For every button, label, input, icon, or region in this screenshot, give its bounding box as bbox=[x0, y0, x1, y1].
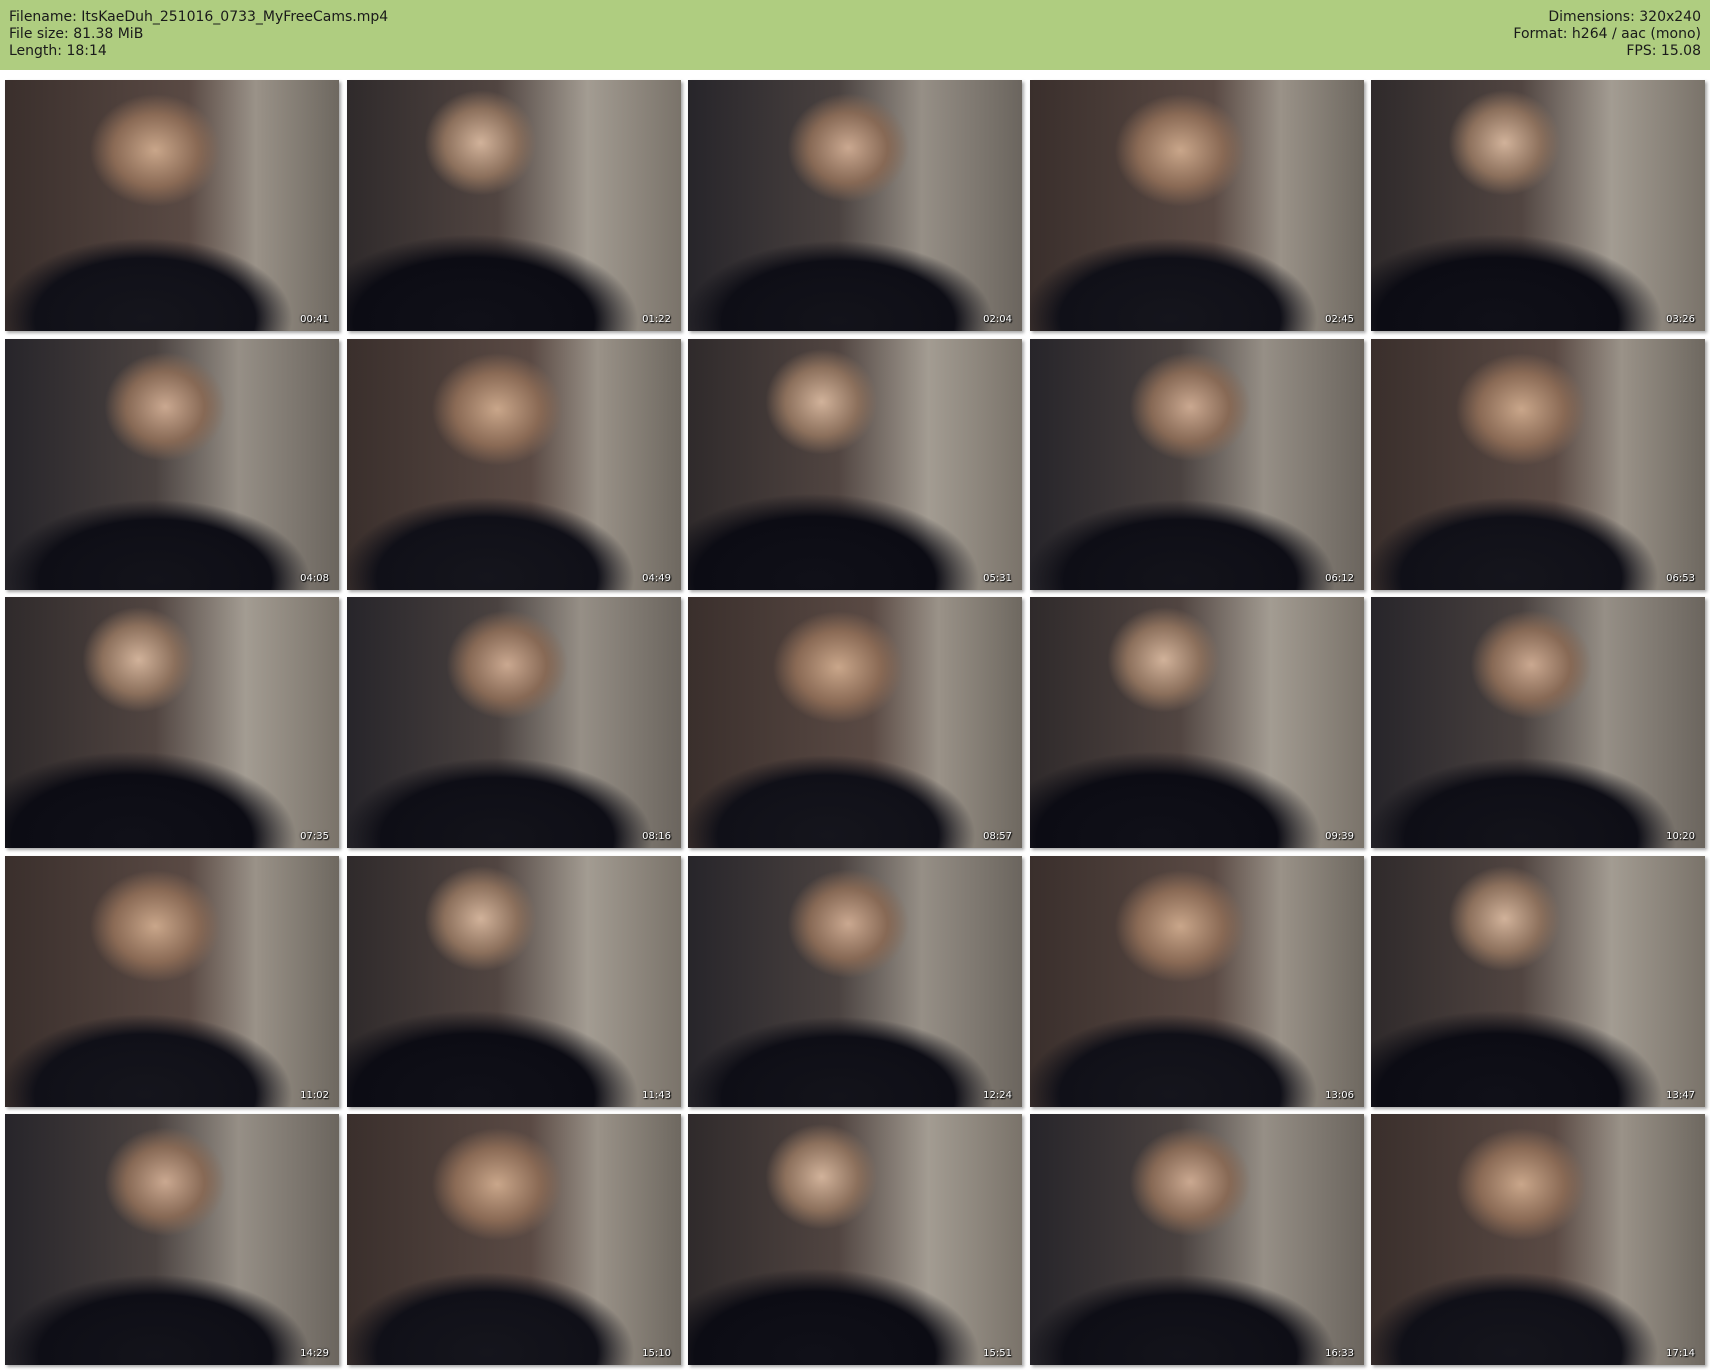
thumbnail-timestamp: 03:26 bbox=[1666, 314, 1695, 325]
video-thumbnail: 04:08 bbox=[5, 339, 339, 590]
thumbnail-timestamp: 15:10 bbox=[642, 1348, 671, 1359]
thumbnail-timestamp: 15:51 bbox=[983, 1348, 1012, 1359]
dimensions-text: Dimensions: 320x240 bbox=[1548, 9, 1701, 25]
thumbnail-image bbox=[688, 339, 1022, 590]
video-thumbnail: 03:26 bbox=[1371, 80, 1705, 331]
file-info: Filename: ItsKaeDuh_251016_0733_MyFreeCa… bbox=[9, 9, 388, 60]
thumbnail-image bbox=[347, 597, 681, 848]
video-thumbnail: 15:10 bbox=[347, 1114, 681, 1365]
thumbnail-image bbox=[1371, 80, 1705, 331]
thumbnail-timestamp: 13:47 bbox=[1666, 1090, 1695, 1101]
video-thumbnail: 08:57 bbox=[688, 597, 1022, 848]
thumbnail-timestamp: 09:39 bbox=[1325, 831, 1354, 842]
thumbnail-timestamp: 06:53 bbox=[1666, 573, 1695, 584]
thumbnail-timestamp: 14:29 bbox=[300, 1348, 329, 1359]
media-info: Dimensions: 320x240 Format: h264 / aac (… bbox=[1513, 9, 1701, 60]
video-thumbnail: 11:02 bbox=[5, 856, 339, 1107]
fps-text: FPS: 15.08 bbox=[1626, 43, 1701, 59]
thumbnail-image bbox=[688, 80, 1022, 331]
video-thumbnail: 13:47 bbox=[1371, 856, 1705, 1107]
video-thumbnail: 10:20 bbox=[1371, 597, 1705, 848]
thumbnail-timestamp: 11:43 bbox=[642, 1090, 671, 1101]
thumbnail-image bbox=[1030, 856, 1364, 1107]
thumbnail-image bbox=[1371, 1114, 1705, 1365]
thumbnail-timestamp: 17:14 bbox=[1666, 1348, 1695, 1359]
thumbnail-timestamp: 08:57 bbox=[983, 831, 1012, 842]
filename-text: Filename: ItsKaeDuh_251016_0733_MyFreeCa… bbox=[9, 9, 389, 25]
thumbnail-image bbox=[5, 856, 339, 1107]
thumbnail-timestamp: 13:06 bbox=[1325, 1090, 1354, 1101]
format-text: Format: h264 / aac (mono) bbox=[1513, 26, 1701, 42]
thumbnail-image bbox=[1030, 597, 1364, 848]
info-header: Filename: ItsKaeDuh_251016_0733_MyFreeCa… bbox=[0, 0, 1710, 70]
video-thumbnail: 06:12 bbox=[1030, 339, 1364, 590]
thumbnail-image bbox=[1030, 1114, 1364, 1365]
video-thumbnail: 02:45 bbox=[1030, 80, 1364, 331]
video-thumbnail: 09:39 bbox=[1030, 597, 1364, 848]
video-thumbnail: 06:53 bbox=[1371, 339, 1705, 590]
video-thumbnail: 16:33 bbox=[1030, 1114, 1364, 1365]
thumbnail-timestamp: 08:16 bbox=[642, 831, 671, 842]
thumbnail-timestamp: 12:24 bbox=[983, 1090, 1012, 1101]
length-text: Length: 18:14 bbox=[9, 43, 107, 59]
thumbnail-grid: 00:41 01:22 02:04 02:45 03:26 04:08 04:49 05:31… bbox=[5, 80, 1705, 1365]
thumbnail-image bbox=[1030, 80, 1364, 331]
thumbnail-timestamp: 05:31 bbox=[983, 573, 1012, 584]
thumbnail-image bbox=[347, 1114, 681, 1365]
thumbnail-image bbox=[347, 339, 681, 590]
video-thumbnail: 08:16 bbox=[347, 597, 681, 848]
video-thumbnail: 00:41 bbox=[5, 80, 339, 331]
thumbnail-image bbox=[688, 856, 1022, 1107]
thumbnail-image bbox=[688, 597, 1022, 848]
video-thumbnail: 11:43 bbox=[347, 856, 681, 1107]
thumbnail-timestamp: 06:12 bbox=[1325, 573, 1354, 584]
video-thumbnail: 13:06 bbox=[1030, 856, 1364, 1107]
thumbnail-image bbox=[5, 80, 339, 331]
thumbnail-image bbox=[1371, 339, 1705, 590]
video-thumbnail: 02:04 bbox=[688, 80, 1022, 331]
video-thumbnail: 07:35 bbox=[5, 597, 339, 848]
thumbnail-timestamp: 01:22 bbox=[642, 314, 671, 325]
video-thumbnail: 04:49 bbox=[347, 339, 681, 590]
thumbnail-image bbox=[347, 80, 681, 331]
thumbnail-image bbox=[5, 339, 339, 590]
thumbnail-timestamp: 02:45 bbox=[1325, 314, 1354, 325]
thumbnail-image bbox=[5, 597, 339, 848]
video-thumbnail: 01:22 bbox=[347, 80, 681, 331]
video-thumbnail: 12:24 bbox=[688, 856, 1022, 1107]
thumbnail-timestamp: 04:49 bbox=[642, 573, 671, 584]
thumbnail-image bbox=[1030, 339, 1364, 590]
video-thumbnail: 17:14 bbox=[1371, 1114, 1705, 1365]
thumbnail-image bbox=[688, 1114, 1022, 1365]
thumbnail-image bbox=[1371, 597, 1705, 848]
filesize-text: File size: 81.38 MiB bbox=[9, 26, 144, 42]
thumbnail-image bbox=[347, 856, 681, 1107]
video-thumbnail: 14:29 bbox=[5, 1114, 339, 1365]
thumbnail-timestamp: 02:04 bbox=[983, 314, 1012, 325]
video-thumbnail: 05:31 bbox=[688, 339, 1022, 590]
thumbnail-timestamp: 00:41 bbox=[300, 314, 329, 325]
thumbnail-timestamp: 11:02 bbox=[300, 1090, 329, 1101]
thumbnail-timestamp: 16:33 bbox=[1325, 1348, 1354, 1359]
thumbnail-timestamp: 04:08 bbox=[300, 573, 329, 584]
thumbnail-timestamp: 10:20 bbox=[1666, 831, 1695, 842]
thumbnail-image bbox=[1371, 856, 1705, 1107]
video-thumbnail: 15:51 bbox=[688, 1114, 1022, 1365]
thumbnail-timestamp: 07:35 bbox=[300, 831, 329, 842]
thumbnail-image bbox=[5, 1114, 339, 1365]
